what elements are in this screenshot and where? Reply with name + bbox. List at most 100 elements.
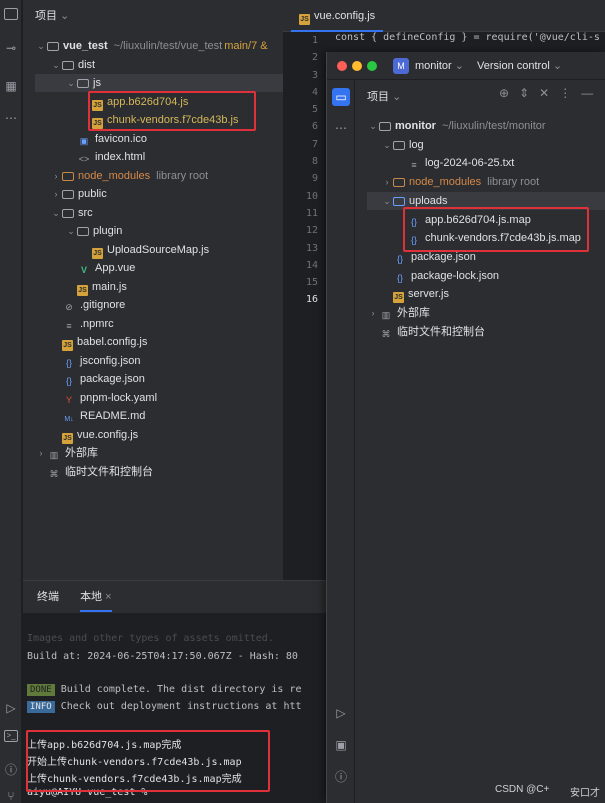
tree-item[interactable]: ⌄ src bbox=[50, 204, 92, 222]
folder-icon[interactable] bbox=[4, 8, 18, 20]
tree-item[interactable]: ⌄ log bbox=[381, 136, 423, 154]
tree-item-label: vue.config.js bbox=[77, 428, 139, 441]
line-number: 7 bbox=[311, 138, 318, 150]
tree-item[interactable]: › ▥ 外部库 bbox=[35, 444, 99, 462]
tree-item[interactable]: {} app.b626d704.js.map bbox=[395, 211, 531, 229]
html-file-icon: <> bbox=[78, 154, 90, 164]
tree-item[interactable]: {} jsconfig.json bbox=[50, 352, 141, 370]
project-panel-header[interactable]: 项目 ⌄ bbox=[23, 0, 283, 32]
terminal-prompt[interactable]: aiyu@AIYU vue_test % bbox=[27, 787, 147, 798]
chevron-down-icon[interactable]: ⌄ bbox=[381, 136, 393, 154]
library-icon: ▥ bbox=[49, 450, 59, 460]
tree-item[interactable]: ⌄ js bbox=[35, 74, 283, 92]
tree-item[interactable]: {} package-lock.json bbox=[381, 267, 499, 285]
tree-item[interactable]: ≡ .npmrc bbox=[50, 315, 113, 333]
tree-item[interactable]: JS vue.config.js bbox=[50, 426, 138, 444]
code-line-1[interactable]: const { defineConfig } = require('@vue/c… bbox=[335, 32, 600, 43]
chevron-down-icon[interactable]: ⌄ bbox=[35, 37, 47, 55]
tree-item[interactable]: {} package.json bbox=[50, 370, 145, 388]
tree-item[interactable]: {} package.json bbox=[381, 248, 476, 266]
tree-item-note: library root bbox=[487, 176, 540, 189]
tree-item[interactable]: ⌄ uploads bbox=[367, 191, 605, 210]
editor-tab[interactable]: JS vue.config.js bbox=[291, 0, 384, 32]
tree-item[interactable]: Ypnpm-lock.yaml bbox=[50, 389, 157, 407]
terminal-icon[interactable]: >_ bbox=[4, 730, 18, 742]
tree-item[interactable]: ⌄ dist bbox=[50, 56, 95, 74]
more-icon[interactable]: ⋯ bbox=[3, 110, 19, 126]
chevron-down-icon[interactable]: ⌄ bbox=[367, 117, 379, 135]
editor-tab-bar: JS vue.config.js bbox=[283, 0, 605, 32]
tree-item[interactable]: ⌄ vue_test ~/liuxulin/test/vue_test main/7 … bbox=[35, 37, 267, 55]
tree-item[interactable]: ⌘ 临时文件和控制台 bbox=[35, 463, 154, 481]
tab-local[interactable]: 本地 × bbox=[80, 591, 112, 612]
tree-item[interactable]: {} chunk-vendors.f7cde43b.js.map bbox=[395, 229, 581, 247]
tree-item[interactable]: › public bbox=[50, 185, 107, 203]
commit-icon[interactable]: ⊸ bbox=[3, 40, 19, 56]
problems-icon[interactable]: ⓘ bbox=[333, 769, 349, 785]
tree-item-label: 临时文件和控制台 bbox=[65, 465, 153, 478]
tree-item-label: chunk-vendors.f7cde43b.js.map bbox=[425, 232, 581, 245]
structure-icon[interactable]: ▦ bbox=[3, 78, 19, 94]
tree-item[interactable]: JS app.b626d704.js bbox=[80, 93, 188, 111]
tree-item[interactable]: ⌄ monitor ~/liuxulin/test/monitor bbox=[367, 117, 545, 135]
js-file-icon: JS bbox=[62, 340, 73, 351]
line-number: 12 bbox=[305, 225, 318, 237]
problems-icon[interactable]: ⓘ bbox=[3, 762, 19, 778]
chevron-right-icon[interactable]: › bbox=[50, 167, 62, 185]
line-number: 6 bbox=[311, 121, 318, 133]
tree-item[interactable]: › node_modules library root bbox=[381, 173, 540, 191]
editor-tab-label: vue.config.js bbox=[314, 10, 376, 22]
chevron-down-icon[interactable]: ⌄ bbox=[381, 192, 393, 210]
folder-icon bbox=[393, 140, 405, 150]
tree-item[interactable]: JS babel.config.js bbox=[50, 333, 147, 351]
tree-item[interactable]: JS UploadSourceMap.js bbox=[80, 241, 209, 259]
tree-item[interactable]: <> index.html bbox=[65, 148, 145, 166]
tree-item-label: log-2024-06-25.txt bbox=[425, 157, 515, 170]
tree-item[interactable]: M↓ README.md bbox=[50, 407, 145, 425]
line-number: 5 bbox=[311, 104, 318, 116]
line-number: 4 bbox=[311, 86, 318, 98]
tree-item[interactable]: ⌘ 临时文件和控制台 bbox=[367, 323, 486, 341]
tree-item[interactable]: JS server.js bbox=[381, 285, 449, 304]
text-file-icon: ≡ bbox=[411, 160, 417, 171]
services-icon[interactable]: ▷ bbox=[3, 700, 19, 716]
folder-icon bbox=[62, 190, 74, 199]
tree-item-label: dist bbox=[78, 58, 96, 71]
tree-item[interactable]: JS chunk-vendors.f7cde43b.js bbox=[80, 111, 238, 129]
tree-item-label: app.b626d704.js bbox=[107, 95, 189, 108]
tree-item[interactable]: ≡ log-2024-06-25.txt bbox=[395, 154, 514, 172]
chevron-right-icon[interactable]: › bbox=[35, 444, 47, 462]
yaml-file-icon: Y bbox=[65, 394, 72, 405]
tree-item[interactable]: ⌄ plugin bbox=[65, 222, 122, 240]
tree-item[interactable]: ▣ favicon.ico bbox=[65, 130, 147, 148]
tree-item[interactable]: V App.vue bbox=[65, 259, 135, 277]
chevron-down-icon[interactable]: ⌄ bbox=[50, 204, 62, 222]
close-icon[interactable]: × bbox=[105, 591, 111, 603]
tree-item-label: main.js bbox=[92, 280, 127, 293]
more-icon[interactable]: ⋯ bbox=[333, 120, 349, 136]
chevron-right-icon[interactable]: › bbox=[367, 304, 379, 322]
tree-item-label: package.json bbox=[80, 373, 145, 385]
chevron-down-icon[interactable]: ⌄ bbox=[65, 74, 77, 92]
chevron-down-icon[interactable]: ⌄ bbox=[65, 222, 77, 240]
terminal-icon[interactable]: ▣ bbox=[333, 737, 349, 753]
chevron-right-icon[interactable]: › bbox=[381, 173, 393, 191]
tree-item-label: plugin bbox=[93, 225, 123, 237]
chevron-down-icon[interactable]: ⌄ bbox=[50, 56, 62, 74]
line-number: 10 bbox=[305, 190, 318, 202]
services-icon[interactable]: ▷ bbox=[333, 705, 349, 721]
ide-screenshot: ⊸ ▦ ⋯ ▷ >_ ⓘ ⑂ 项目 ⌄ ⌄ vue_test ~/liuxulin/… bbox=[0, 0, 605, 803]
git-icon[interactable]: ⑂ bbox=[3, 788, 19, 803]
tree-item[interactable]: › ▥ 外部库 bbox=[367, 304, 431, 322]
info-badge: INFO bbox=[27, 701, 55, 713]
folder-icon[interactable]: ▭ bbox=[332, 88, 350, 106]
js-file-icon: JS bbox=[77, 284, 88, 296]
chevron-right-icon[interactable]: › bbox=[50, 185, 62, 203]
info-text: Check out deployment instructions at htt bbox=[60, 701, 302, 712]
close-window-button[interactable] bbox=[337, 61, 347, 71]
tree-item[interactable]: ⊘ .gitignore bbox=[50, 296, 125, 314]
window-project-tree: ⌄ monitor ~/liuxulin/test/monitor ⌄ log ≡ log-… bbox=[355, 52, 605, 803]
line-number: 16 bbox=[305, 294, 318, 306]
tree-item[interactable]: › node_modules library root bbox=[50, 167, 209, 185]
tree-item[interactable]: JS main.js bbox=[65, 278, 127, 296]
